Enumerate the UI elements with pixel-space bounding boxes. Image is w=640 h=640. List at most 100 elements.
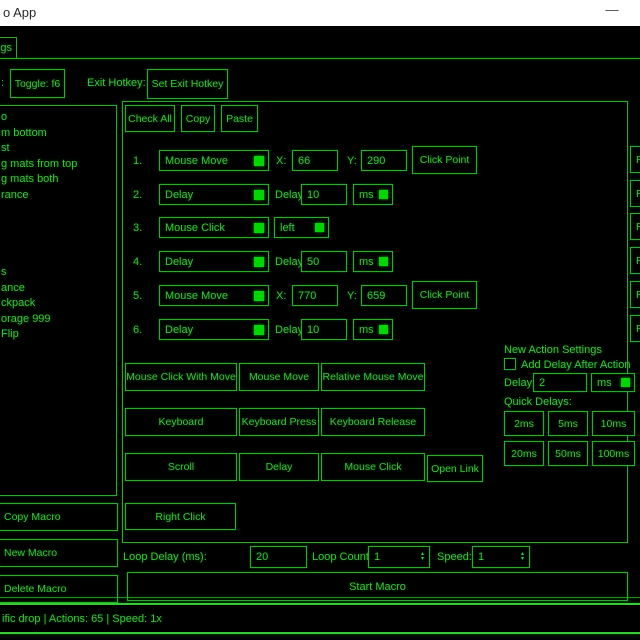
quick-delays-label: Quick Delays: bbox=[504, 396, 572, 408]
quick-delay-2ms-button[interactable]: 2ms bbox=[504, 411, 544, 436]
remove-action-button[interactable]: R bbox=[630, 247, 640, 274]
quick-delay-10ms-button[interactable]: 10ms bbox=[592, 411, 635, 436]
mouse-button-value: left bbox=[280, 222, 295, 234]
delay-unit-dropdown[interactable]: ms bbox=[353, 184, 393, 205]
dropdown-indicator-icon bbox=[379, 325, 388, 334]
new-action-delay-input[interactable]: 2 bbox=[533, 373, 587, 392]
delay-unit-dropdown[interactable]: ms bbox=[353, 319, 393, 340]
quick-delay-20ms-button[interactable]: 20ms bbox=[504, 441, 544, 466]
add-keyboard-press-button[interactable]: Keyboard Press bbox=[239, 408, 319, 436]
add-mouse-click-button[interactable]: Mouse Click bbox=[321, 453, 425, 481]
action-type-value: Delay bbox=[165, 324, 193, 336]
action-row-number: 3. bbox=[133, 222, 142, 234]
paste-button[interactable]: Paste bbox=[221, 105, 258, 132]
action-type-dropdown[interactable]: Mouse Move bbox=[159, 285, 269, 306]
title-bar: o App — bbox=[0, 0, 640, 26]
minimize-icon[interactable]: — bbox=[600, 2, 624, 17]
action-type-dropdown[interactable]: Mouse Move bbox=[159, 150, 269, 171]
remove-action-button[interactable]: R bbox=[630, 281, 640, 308]
add-open-link-button[interactable]: Open Link bbox=[427, 455, 483, 482]
add-relative-mouse-move-button[interactable]: Relative Mouse Move bbox=[321, 363, 425, 391]
copy-macro-button[interactable]: Copy Macro bbox=[0, 503, 118, 531]
macro-list-item[interactable] bbox=[1, 203, 116, 219]
new-action-unit-dropdown[interactable]: ms bbox=[591, 373, 635, 392]
y-coordinate-input[interactable]: 290 bbox=[361, 150, 407, 171]
macro-list-item[interactable]: st bbox=[1, 141, 116, 157]
loop-delay-label: Loop Delay (ms): bbox=[123, 551, 207, 563]
exit-hotkey-label: Exit Hotkey: bbox=[87, 77, 146, 89]
add-mouse-move-button[interactable]: Mouse Move bbox=[239, 363, 319, 391]
check-all-button[interactable]: Check All bbox=[125, 105, 175, 132]
new-action-settings-title: New Action Settings bbox=[504, 344, 602, 356]
add-scroll-button[interactable]: Scroll bbox=[125, 453, 237, 481]
macro-list-item[interactable]: rance bbox=[1, 188, 116, 204]
spinner-arrows-icon[interactable]: ▴▾ bbox=[521, 552, 527, 562]
delay-unit-dropdown[interactable]: ms bbox=[353, 251, 393, 272]
macro-list[interactable]: o m bottom st g mats from top g mats bot… bbox=[0, 105, 117, 496]
x-label: X: bbox=[276, 155, 286, 167]
app-window: o App — gs : Toggle: f6 Exit Hotkey: Set… bbox=[0, 0, 640, 640]
quick-delay-50ms-button[interactable]: 50ms bbox=[548, 441, 588, 466]
macro-list-item[interactable]: g mats both bbox=[1, 172, 116, 188]
dropdown-indicator-icon bbox=[254, 291, 264, 301]
delay-value-input[interactable]: 10 bbox=[301, 319, 347, 340]
macro-list-item[interactable]: g mats from top bbox=[1, 157, 116, 173]
window-title: o App bbox=[3, 5, 36, 20]
quick-delay-100ms-button[interactable]: 100ms bbox=[592, 441, 635, 466]
macro-list-item[interactable]: orage 999 bbox=[1, 312, 116, 328]
action-row-number: 4. bbox=[133, 256, 142, 268]
action-row-number: 5. bbox=[133, 290, 142, 302]
action-row-number: 1. bbox=[133, 155, 142, 167]
macro-list-item[interactable]: o bbox=[1, 110, 116, 126]
dropdown-indicator-icon bbox=[379, 190, 388, 199]
loop-count-stepper[interactable]: 1 ▴▾ bbox=[368, 546, 430, 568]
delay-value-input[interactable]: 10 bbox=[301, 184, 347, 205]
add-delay-button[interactable]: Delay bbox=[239, 453, 319, 481]
click-point-button[interactable]: Click Point bbox=[412, 146, 477, 174]
mouse-button-dropdown[interactable]: left bbox=[274, 217, 329, 238]
macro-list-item[interactable]: Flip bbox=[1, 327, 116, 343]
macro-list-item[interactable]: ckpack bbox=[1, 296, 116, 312]
toggle-hotkey-button[interactable]: Toggle: f6 bbox=[10, 69, 65, 98]
x-coordinate-input[interactable]: 770 bbox=[292, 285, 338, 306]
speed-label: Speed: bbox=[437, 551, 472, 563]
remove-action-button[interactable]: R bbox=[630, 315, 640, 342]
add-delay-after-action-checkbox[interactable] bbox=[504, 358, 516, 370]
delete-macro-button[interactable]: Delete Macro bbox=[0, 575, 118, 603]
y-coordinate-input[interactable]: 659 bbox=[361, 285, 407, 306]
delay-unit-value: ms bbox=[359, 324, 374, 336]
add-keyboard-release-button[interactable]: Keyboard Release bbox=[321, 408, 425, 436]
delay-value-input[interactable]: 50 bbox=[301, 251, 347, 272]
action-type-dropdown[interactable]: Delay bbox=[159, 184, 269, 205]
add-right-click-button[interactable]: Right Click bbox=[125, 503, 236, 530]
set-exit-hotkey-button[interactable]: Set Exit Hotkey bbox=[147, 69, 228, 99]
add-delay-after-action-label: Add Delay After Action bbox=[521, 359, 630, 371]
action-type-dropdown[interactable]: Delay bbox=[159, 251, 269, 272]
spinner-arrows-icon[interactable]: ▴▾ bbox=[421, 552, 427, 562]
copy-button[interactable]: Copy bbox=[181, 105, 215, 132]
dropdown-indicator-icon bbox=[254, 325, 264, 335]
quick-delay-5ms-button[interactable]: 5ms bbox=[548, 411, 588, 436]
action-type-value: Delay bbox=[165, 256, 193, 268]
new-macro-button[interactable]: New Macro bbox=[0, 539, 118, 567]
remove-action-button[interactable]: R bbox=[630, 146, 640, 173]
dropdown-indicator-icon bbox=[254, 156, 264, 166]
new-action-delay-label: Delay: bbox=[504, 377, 535, 389]
x-coordinate-input[interactable]: 66 bbox=[292, 150, 338, 171]
macro-list-item[interactable]: s bbox=[1, 265, 116, 281]
macro-list-item[interactable]: ance bbox=[1, 281, 116, 297]
add-keyboard-button[interactable]: Keyboard bbox=[125, 408, 237, 436]
remove-action-button[interactable]: R bbox=[630, 213, 640, 240]
macro-list-item[interactable]: m bottom bbox=[1, 126, 116, 142]
tab-settings[interactable]: gs bbox=[0, 37, 17, 59]
action-type-dropdown[interactable]: Delay bbox=[159, 319, 269, 340]
loop-delay-input[interactable]: 20 bbox=[250, 546, 307, 568]
action-type-dropdown[interactable]: Mouse Click bbox=[159, 217, 269, 238]
macro-list-item[interactable] bbox=[1, 234, 116, 250]
macro-list-item[interactable] bbox=[1, 250, 116, 266]
remove-action-button[interactable]: R bbox=[630, 180, 640, 207]
click-point-button[interactable]: Click Point bbox=[412, 281, 477, 309]
macro-list-item[interactable] bbox=[1, 219, 116, 235]
speed-stepper[interactable]: 1 ▴▾ bbox=[472, 546, 530, 568]
add-mouse-click-with-move-button[interactable]: Mouse Click With Move bbox=[125, 363, 237, 391]
